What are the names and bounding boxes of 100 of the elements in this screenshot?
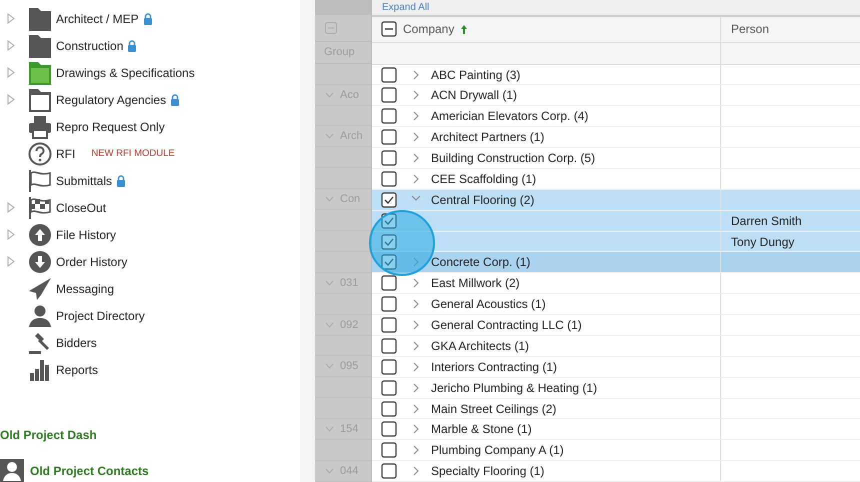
column-header[interactable]: Person <box>731 22 770 36</box>
checkbox[interactable] <box>381 192 397 208</box>
expand-icon[interactable] <box>411 153 421 164</box>
sidebar-item[interactable]: RFI <box>56 146 76 160</box>
sidebar-item[interactable]: Drawings & Specifications <box>56 66 195 80</box>
company-name: Specialty Flooring (1) <box>431 464 544 478</box>
expand-icon[interactable] <box>411 70 421 80</box>
table-row[interactable]: GKA Architects (1) <box>372 336 860 357</box>
checkbox[interactable] <box>381 442 397 458</box>
table-row[interactable]: Tony Dungy <box>372 232 860 252</box>
expand-icon[interactable] <box>411 299 421 310</box>
expand-icon[interactable] <box>7 40 15 51</box>
table-row[interactable]: Main Street Ceilings (2) <box>372 398 860 420</box>
company-name: Main Street Ceilings (2) <box>431 402 556 416</box>
checkbox[interactable] <box>381 21 397 38</box>
sidebar-item[interactable]: Messaging <box>56 282 114 296</box>
expand-icon[interactable] <box>411 174 421 184</box>
person-icon <box>0 459 24 482</box>
table-row[interactable]: East Millwork (2) <box>372 273 860 294</box>
expand-icon[interactable] <box>411 445 421 456</box>
sidebar-item[interactable]: Regulatory Agencies <box>56 92 166 106</box>
company-name: GKA Architects (1) <box>431 338 530 353</box>
table-row[interactable]: Darren Smith <box>372 210 860 232</box>
checkbox[interactable] <box>381 150 397 166</box>
table-row[interactable]: Jericho Plumbing & Heating (1) <box>372 378 860 399</box>
expand-icon[interactable] <box>7 94 15 105</box>
checkbox[interactable] <box>381 87 397 104</box>
checkbox[interactable] <box>381 254 397 270</box>
checkbox[interactable] <box>381 296 397 312</box>
expand-icon[interactable] <box>411 382 421 393</box>
sidebar-item[interactable]: Repro Request Only <box>56 120 165 134</box>
checkbox[interactable] <box>381 129 397 146</box>
expand-icon[interactable] <box>411 424 421 434</box>
table-row[interactable]: Marble & Stone (1) <box>372 419 860 440</box>
sidebar-link[interactable]: Old Project Contacts <box>30 464 149 478</box>
checkbox[interactable] <box>381 275 397 292</box>
checkbox[interactable] <box>381 234 397 250</box>
table-row[interactable]: ACN Drywall (1) <box>372 85 860 106</box>
expand-icon[interactable] <box>411 404 421 414</box>
expand-icon[interactable] <box>411 466 421 476</box>
expand-icon[interactable] <box>7 202 15 213</box>
checkbox[interactable] <box>381 421 397 438</box>
table-row[interactable]: Building Construction Corp. (5) <box>372 148 860 169</box>
sidebar-link[interactable]: Old Project Dash <box>0 428 97 442</box>
sidebar-item[interactable]: Submittals <box>56 174 112 188</box>
expand-icon[interactable] <box>411 340 421 351</box>
expand-icon[interactable] <box>411 362 421 372</box>
table-row[interactable]: Interiors Contracting (1) <box>372 356 860 378</box>
column-header[interactable]: Company <box>403 22 454 36</box>
expand-icon[interactable] <box>411 90 421 100</box>
company-name: Central Flooring (2) <box>431 192 534 207</box>
bar-chart-icon <box>28 358 52 382</box>
table-row[interactable]: Central Flooring (2) <box>372 190 860 211</box>
table-row[interactable]: Specialty Flooring (1) <box>372 461 860 482</box>
checkbox[interactable] <box>381 463 397 480</box>
sidebar-item[interactable]: CloseOut <box>56 200 106 214</box>
table-row[interactable]: General Acoustics (1) <box>372 294 860 316</box>
checkbox[interactable] <box>381 66 397 83</box>
expand-icon[interactable] <box>411 111 421 122</box>
person-name: Darren Smith <box>731 214 802 228</box>
chevron-icon <box>325 426 334 432</box>
checkbox[interactable] <box>381 317 397 334</box>
checkbox[interactable] <box>381 338 397 354</box>
checkbox[interactable] <box>381 170 397 187</box>
person-name: Tony Dungy <box>731 234 794 249</box>
checkbox[interactable] <box>381 358 397 375</box>
expand-icon[interactable] <box>7 13 15 24</box>
sidebar-item[interactable]: Project Directory <box>56 308 145 322</box>
sidebar-item[interactable]: Bidders <box>56 336 97 350</box>
new-module-label: NEW RFI MODULE <box>91 148 175 159</box>
sidebar-item[interactable]: Architect / MEP <box>56 12 139 26</box>
company-name: Jericho Plumbing & Heating (1) <box>431 380 598 395</box>
expand-icon[interactable] <box>7 229 15 240</box>
checkbox[interactable] <box>381 400 397 417</box>
sidebar-item[interactable]: File History <box>56 228 116 242</box>
expand-icon[interactable] <box>411 320 421 330</box>
chevron-icon <box>325 322 334 328</box>
expand-icon[interactable] <box>411 278 421 288</box>
checkbox[interactable] <box>381 212 397 229</box>
sidebar-item[interactable]: Order History <box>56 254 128 268</box>
sidebar-item[interactable]: Reports <box>56 362 98 376</box>
chevron-icon <box>325 196 334 202</box>
chevron-icon <box>325 133 334 140</box>
flag-icon <box>28 168 52 192</box>
table-row[interactable]: Plumbing Company A (1) <box>372 440 860 462</box>
checkbox[interactable] <box>381 108 397 124</box>
sidebar-item[interactable]: Construction <box>56 38 124 52</box>
expand-icon[interactable] <box>7 256 15 267</box>
table-row[interactable]: Architect Partners (1) <box>372 127 860 148</box>
company-name: Marble & Stone (1) <box>431 422 532 436</box>
table-row[interactable]: CEE Scaffolding (1) <box>372 168 860 190</box>
company-name: Concrete Corp. (1) <box>431 255 530 270</box>
table-row[interactable]: Americian Elevators Corp. (4) <box>372 106 860 128</box>
checkbox[interactable] <box>381 380 397 396</box>
expand-icon[interactable] <box>411 132 421 142</box>
expand-icon[interactable] <box>7 67 15 78</box>
table-row[interactable]: General Contracting LLC (1) <box>372 315 860 336</box>
table-row[interactable]: Concrete Corp. (1) <box>372 252 860 274</box>
expand-all-link[interactable]: Expand All <box>382 2 430 13</box>
table-row[interactable]: ABC Painting (3) <box>372 64 860 86</box>
